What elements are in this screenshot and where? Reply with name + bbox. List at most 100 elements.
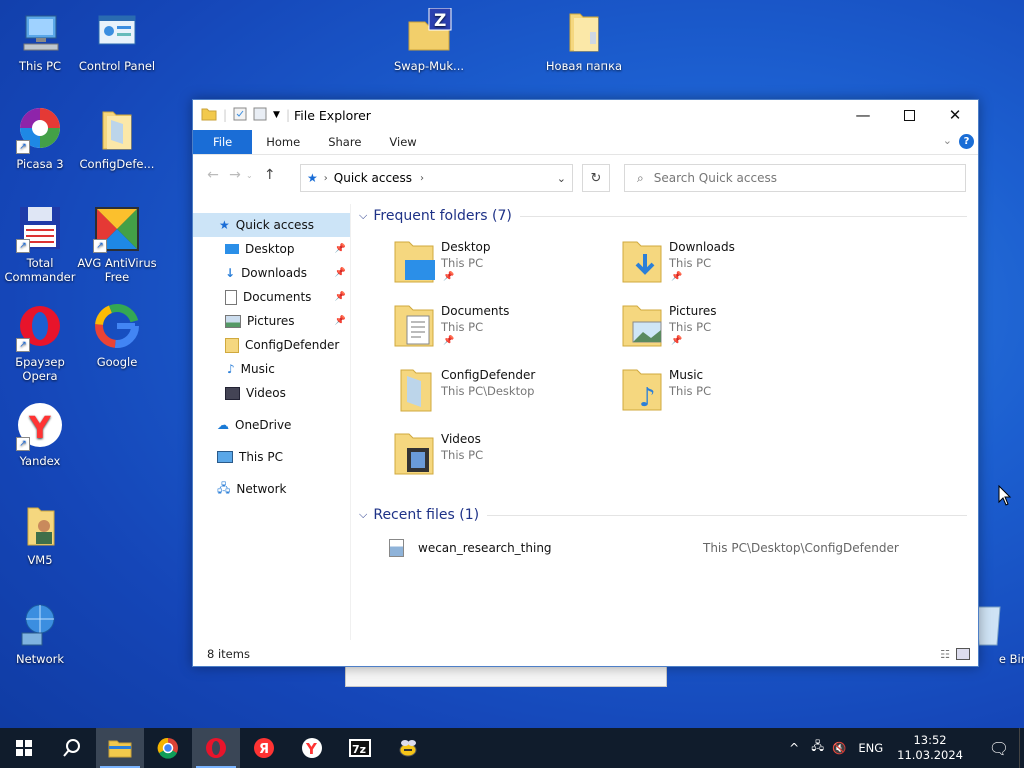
folder-tile-desktop[interactable]: Desktop This PC 📌 (393, 238, 613, 294)
address-bar[interactable]: ★ › Quick access › ⌄ (300, 164, 573, 192)
start-button[interactable] (0, 728, 48, 768)
title-bar[interactable]: | ▼ | File Explorer — ✕ (193, 100, 978, 130)
up-button[interactable]: ↑ (259, 167, 281, 183)
sidebar-item-pictures[interactable]: Pictures 📌 (193, 309, 350, 333)
back-button[interactable]: ← (202, 167, 224, 183)
show-desktop-button[interactable] (1019, 728, 1024, 768)
show-hidden-icons-icon[interactable]: ^ (789, 741, 799, 755)
properties-icon[interactable] (233, 107, 247, 124)
search-input[interactable]: ⌕ Search Quick access (624, 164, 966, 192)
desktop-icon-label: Control Panel (78, 59, 156, 73)
help-icon[interactable]: ? (959, 134, 974, 149)
folder-tile-documents[interactable]: Documents This PC 📌 (393, 302, 613, 358)
large-icons-view-icon[interactable] (956, 648, 970, 660)
music-folder-icon: ♪ (621, 366, 667, 416)
expand-ribbon-icon[interactable]: ⌄ (943, 134, 952, 147)
tile-path: This PC (441, 256, 484, 270)
tab-share[interactable]: Share (314, 130, 375, 154)
folder-tile-configdefender[interactable]: ConfigDefender This PC\Desktop (393, 366, 613, 422)
sidebar-item-label: Documents (243, 290, 312, 304)
desktop-icon-avg[interactable]: ↗ AVG AntiVirus Free (77, 205, 157, 284)
tab-home[interactable]: Home (252, 130, 314, 154)
shortcut-arrow-icon: ↗ (93, 239, 107, 253)
clock[interactable]: 13:52 11.03.2024 (897, 733, 963, 763)
desktop-icon-vm5[interactable]: VM5 (0, 502, 80, 567)
desktop-icon-picasa[interactable]: ↗ Picasa 3 (0, 106, 80, 171)
desktop-icon-yandex[interactable]: Y ↗ Yandex (0, 403, 80, 468)
folder-tile-music[interactable]: ♪ Music This PC (621, 366, 841, 422)
sidebar-item-documents[interactable]: Documents 📌 (193, 285, 350, 309)
recent-file-name: wecan_research_thing (418, 541, 552, 555)
desktop-icon-swap[interactable]: Z Swap-Muk... (389, 7, 469, 73)
desktop-icon-label: Новая папка (545, 59, 623, 73)
7zip-icon: 7z (349, 739, 371, 757)
details-view-icon[interactable]: ☷ (940, 648, 950, 661)
breadcrumb-chevron-icon[interactable]: › (420, 173, 424, 184)
close-button[interactable]: ✕ (932, 100, 978, 130)
archive-folder-icon: Z (405, 7, 453, 56)
sidebar-item-music[interactable]: ♪ Music (193, 357, 350, 381)
tab-view[interactable]: View (375, 130, 430, 154)
recent-files-header[interactable]: ⌵ Recent files (1) (353, 503, 973, 527)
sidebar-item-label: ConfigDefender (245, 338, 340, 352)
recent-locations-icon[interactable]: ⌄ (246, 171, 253, 180)
star-icon: ★ (219, 218, 230, 232)
clock-date: 11.03.2024 (897, 748, 963, 762)
folder-tile-pictures[interactable]: Pictures This PC 📌 (621, 302, 841, 358)
taskbar-file-explorer[interactable] (96, 728, 144, 768)
forward-button[interactable]: → (224, 167, 246, 183)
collapse-chevron-icon: ⌵ (359, 209, 368, 222)
taskbar-opera[interactable] (192, 728, 240, 768)
maximize-button[interactable] (886, 100, 932, 130)
breadcrumb-quick-access[interactable]: Quick access (334, 171, 412, 185)
minimize-button[interactable]: — (840, 100, 886, 130)
sidebar-item-desktop[interactable]: Desktop 📌 (193, 237, 350, 261)
taskbar-yandex[interactable]: Я (240, 728, 288, 768)
taskbar-chrome[interactable] (144, 728, 192, 768)
customize-toolbar-dropdown-icon[interactable]: ▼ (273, 110, 280, 120)
sidebar-item-videos[interactable]: Videos (193, 381, 350, 405)
sidebar-item-quick-access[interactable]: ★ Quick access (193, 213, 350, 237)
pin-icon: 📌 (334, 244, 346, 254)
desktop-icon-control-panel[interactable]: Control Panel (77, 8, 157, 73)
frequent-folders-header[interactable]: ⌵ Frequent folders (7) (353, 204, 973, 228)
network-status-icon[interactable]: 🖧 (811, 739, 824, 758)
desktop-icon-total-commander[interactable]: ↗ Total Commander (0, 205, 80, 284)
sidebar-item-downloads[interactable]: ↓ Downloads 📌 (193, 261, 350, 285)
sidebar-item-network[interactable]: 🖧 Network (193, 477, 350, 501)
address-dropdown-icon[interactable]: ⌄ (557, 172, 566, 185)
desktop-icon-configdefender[interactable]: ConfigDefe... (77, 106, 157, 171)
tab-file[interactable]: File (193, 130, 253, 154)
taskbar-yandex-browser[interactable]: Y (288, 728, 336, 768)
videos-folder-icon (393, 430, 439, 480)
taskbar-7zip[interactable]: 7z (336, 728, 384, 768)
bee-icon (399, 740, 417, 757)
recent-file-row[interactable]: wecan_research_thing This PC\Desktop\Con… (389, 537, 959, 559)
sidebar-item-onedrive[interactable]: ☁ OneDrive (193, 413, 350, 437)
desktop-icon-new-folder[interactable]: Новая папка (544, 8, 624, 73)
sidebar-item-this-pc[interactable]: This PC (193, 445, 350, 469)
opera-icon: ↗ (16, 304, 64, 352)
volume-muted-icon[interactable]: 🔇 (832, 741, 846, 755)
desktop-icon-opera[interactable]: ↗ Браузер Opera (0, 304, 80, 383)
refresh-button[interactable]: ↻ (582, 164, 610, 192)
file-explorer-window[interactable]: | ▼ | File Explorer — ✕ File Home Share … (192, 99, 979, 667)
search-icon (63, 739, 80, 757)
pane-divider[interactable] (350, 204, 351, 640)
notifications-icon[interactable]: 🗨 (979, 739, 1019, 758)
folder-tile-downloads[interactable]: Downloads This PC 📌 (621, 238, 841, 294)
sidebar-item-configdefender[interactable]: ConfigDefender (193, 333, 350, 357)
section-title: Frequent folders (7) (373, 208, 512, 224)
desktop-icon-this-pc[interactable]: This PC (0, 8, 80, 73)
sidebar-item-label: Pictures (247, 314, 295, 328)
input-language[interactable]: ENG (858, 741, 883, 755)
desktop-icon-google[interactable]: Google (77, 304, 157, 369)
windows-logo-icon (16, 740, 32, 756)
new-folder-icon[interactable] (253, 107, 267, 124)
cloud-icon: ☁ (217, 418, 229, 432)
desktop-icon-network[interactable]: Network (0, 601, 80, 666)
folder-tile-videos[interactable]: Videos This PC (393, 430, 613, 486)
taskbar-app[interactable] (384, 728, 432, 768)
search-button[interactable] (48, 728, 96, 768)
svg-text:Y: Y (28, 411, 52, 446)
